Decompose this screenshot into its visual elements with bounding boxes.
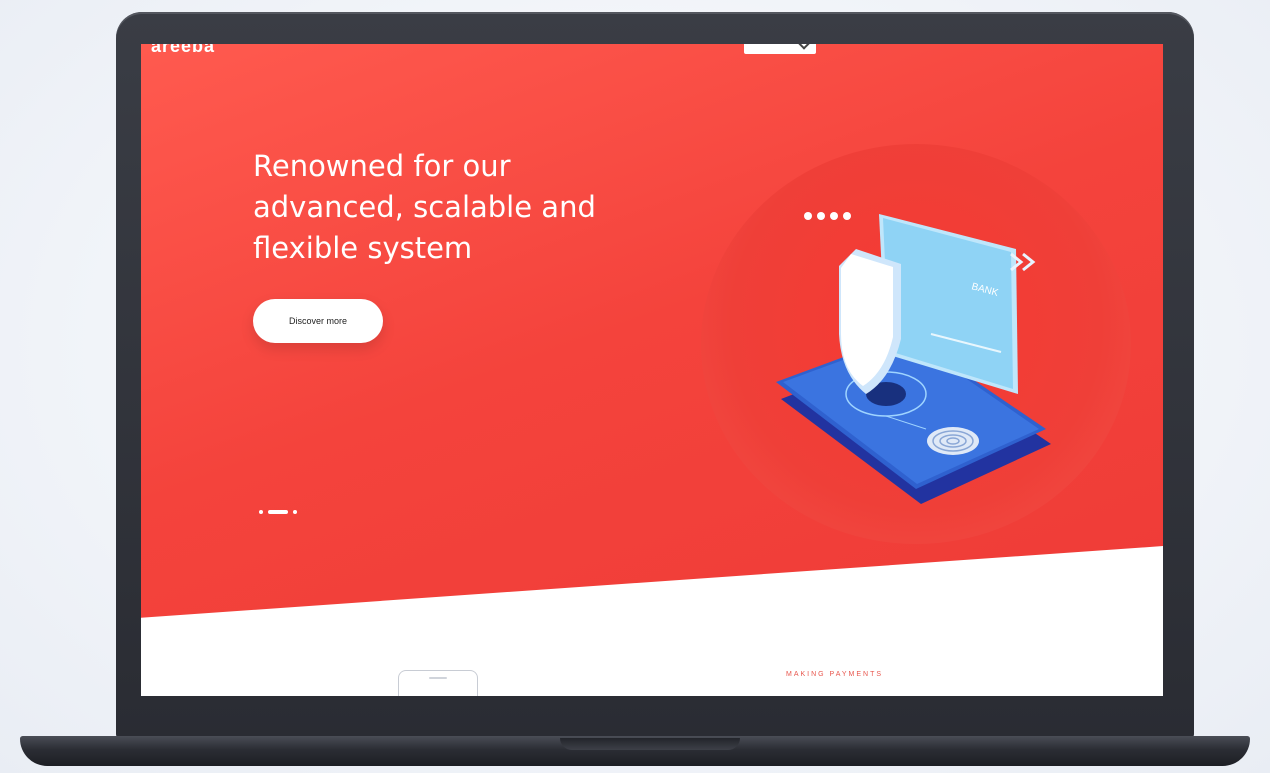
top-nav <box>851 44 1151 46</box>
language-select[interactable] <box>744 44 816 54</box>
phone-speaker <box>429 677 447 679</box>
pin-dots <box>804 212 851 220</box>
laptop-screen: areeba Renowned for our advanced, scalab… <box>141 44 1163 696</box>
discover-more-button[interactable]: Discover more <box>253 299 383 343</box>
laptop-notch <box>560 738 740 750</box>
headline-line: flexible system <box>253 231 473 265</box>
slider-dot[interactable] <box>259 510 263 514</box>
chevron-down-icon <box>798 44 810 50</box>
hero-headline: Renowned for our advanced, scalable and … <box>253 146 673 269</box>
section-label: MAKING PAYMENTS <box>786 671 884 678</box>
site-logo[interactable]: areeba <box>151 44 215 57</box>
fingerprint-icon <box>927 427 979 455</box>
headline-line: Renowned for our <box>253 149 511 183</box>
slider-dot[interactable] <box>293 510 297 514</box>
security-illustration: BANK <box>776 212 1051 504</box>
phone-outline-graphic <box>398 670 478 696</box>
slider-dot-active[interactable] <box>268 510 288 514</box>
headline-line: advanced, scalable and <box>253 190 596 224</box>
slider-dots <box>259 510 297 514</box>
